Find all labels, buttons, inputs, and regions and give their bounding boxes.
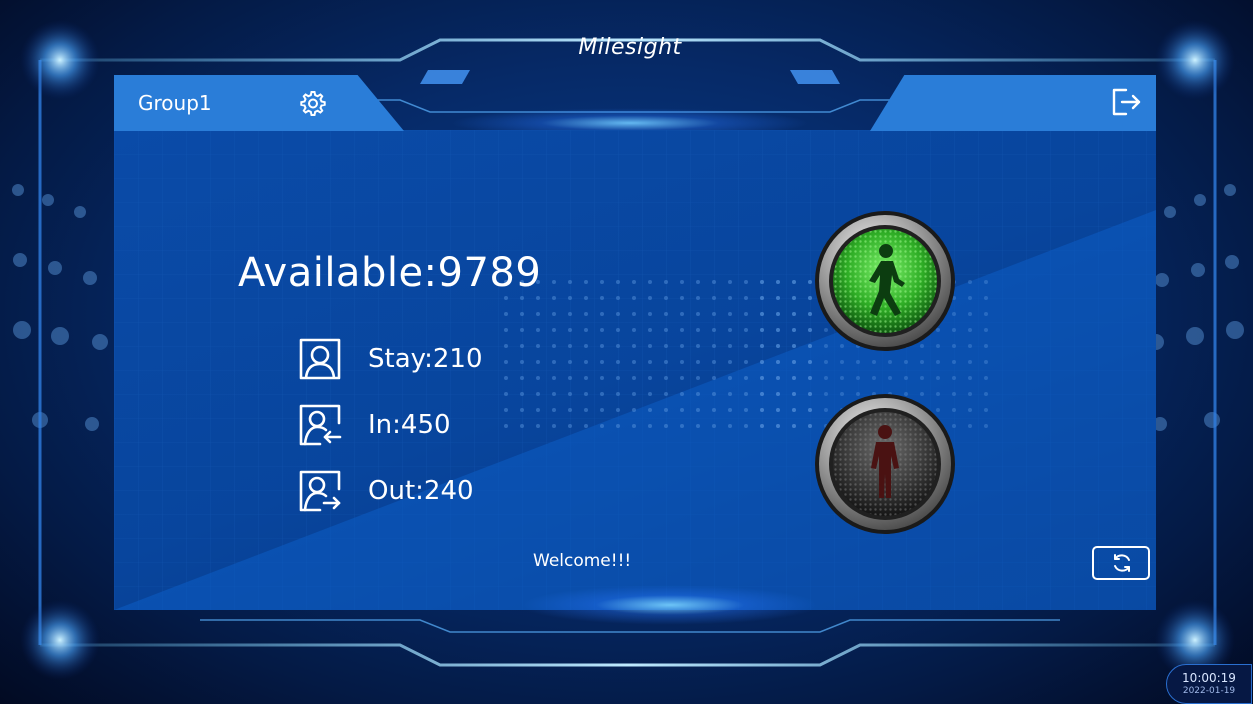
exit-icon[interactable] bbox=[1110, 87, 1142, 117]
available-count: Available:9789 bbox=[238, 250, 542, 296]
clock-date: 2022-01-19 bbox=[1182, 686, 1236, 696]
out-row: Out:240 bbox=[298, 469, 474, 513]
brand-logo: Milesight bbox=[560, 30, 700, 64]
person-in-icon bbox=[299, 404, 342, 446]
clock-time: 10:00:19 bbox=[1182, 671, 1236, 685]
person-out-icon bbox=[299, 470, 341, 512]
brand-name: Milesight bbox=[578, 34, 682, 60]
refresh-button[interactable] bbox=[1092, 546, 1150, 580]
in-count: In:450 bbox=[368, 410, 451, 440]
red-stop-light bbox=[815, 394, 955, 534]
welcome-message: Welcome!!! bbox=[533, 551, 632, 571]
panel-pattern bbox=[114, 130, 1156, 610]
out-count: Out:240 bbox=[368, 476, 474, 506]
in-row: In:450 bbox=[298, 403, 451, 447]
person-icon bbox=[299, 338, 341, 380]
main-panel bbox=[114, 130, 1156, 610]
clock-widget: 10:00:19 2022-01-19 bbox=[1166, 664, 1252, 704]
green-walk-light bbox=[815, 211, 955, 351]
gear-icon[interactable] bbox=[298, 89, 326, 117]
stay-count: Stay:210 bbox=[368, 344, 483, 374]
group-name[interactable]: Group1 bbox=[138, 86, 212, 120]
app-screen: Milesight Group1 Available:9789 Stay:210 bbox=[0, 0, 1253, 704]
bottom-glow bbox=[520, 585, 820, 625]
stay-row: Stay:210 bbox=[298, 337, 483, 381]
refresh-icon bbox=[1114, 554, 1130, 572]
